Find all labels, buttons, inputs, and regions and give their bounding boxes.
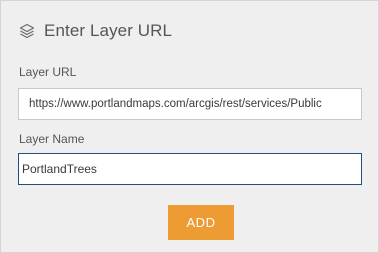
panel-title: Enter Layer URL (44, 21, 173, 40)
layer-name-input[interactable] (18, 153, 362, 185)
layer-url-input[interactable] (18, 88, 362, 120)
layer-name-label: Layer Name (19, 132, 85, 146)
layer-url-label: Layer URL (19, 65, 77, 79)
panel-header: Enter Layer URL (19, 20, 172, 42)
layers-icon (19, 23, 35, 39)
add-button[interactable]: ADD (168, 205, 234, 240)
enter-layer-url-panel: Enter Layer URL Layer URL Layer Name ADD (0, 0, 379, 253)
